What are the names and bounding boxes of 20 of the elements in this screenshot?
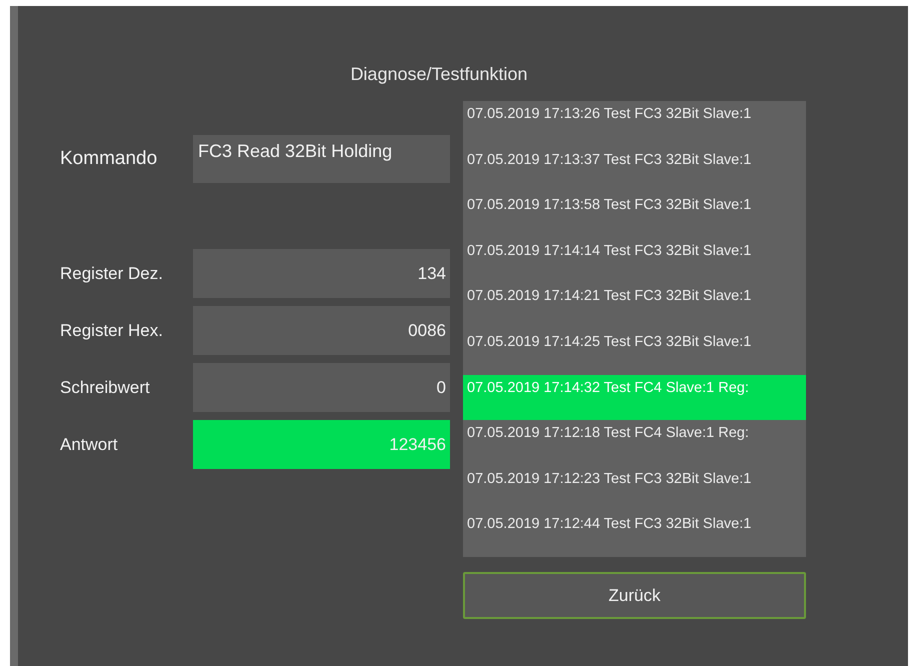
log-item[interactable]: 07.05.2019 17:14:25 Test FC3 32Bit Slave:1 — [463, 328, 806, 375]
log-item[interactable]: 07.05.2019 17:14:21 Test FC3 32Bit Slave:1 — [463, 283, 806, 329]
field-label: Kommando — [60, 148, 158, 170]
dialog-title: Diagnose/Testfunktion — [350, 63, 528, 86]
back-button[interactable]: Zurück — [463, 572, 806, 619]
log-item[interactable]: 07.05.2019 17:13:37 Test FC3 32Bit Slave:1 — [463, 146, 806, 192]
log-item[interactable]: 07.05.2019 17:12:18 Test FC4 Slave:1 Reg: — [463, 420, 806, 466]
value-field[interactable]: 134 — [193, 249, 450, 298]
log-item[interactable]: 07.05.2019 17:12:44 Test FC3 32Bit Slave:1 — [463, 511, 806, 557]
field-label: Antwort — [60, 434, 119, 454]
field-label: Register Dez. — [60, 264, 164, 284]
value-field[interactable]: 0086 — [193, 306, 450, 355]
log-item[interactable]: 07.05.2019 17:13:58 Test FC3 32Bit Slave:1 — [463, 192, 806, 238]
command-field[interactable]: FC3 Read 32Bit Holding — [193, 135, 450, 183]
log-item[interactable]: 07.05.2019 17:14:14 Test FC3 32Bit Slave:1 — [463, 238, 806, 284]
field-label: Register Hex. — [60, 320, 164, 340]
log-item[interactable]: 07.05.2019 17:13:26 Test FC3 32Bit Slave:1 — [463, 101, 806, 147]
log-item[interactable]: 07.05.2019 17:12:23 Test FC3 32Bit Slave:1 — [463, 466, 806, 512]
field-label: Schreibwert — [60, 378, 151, 398]
value-field[interactable]: 0 — [193, 363, 450, 412]
